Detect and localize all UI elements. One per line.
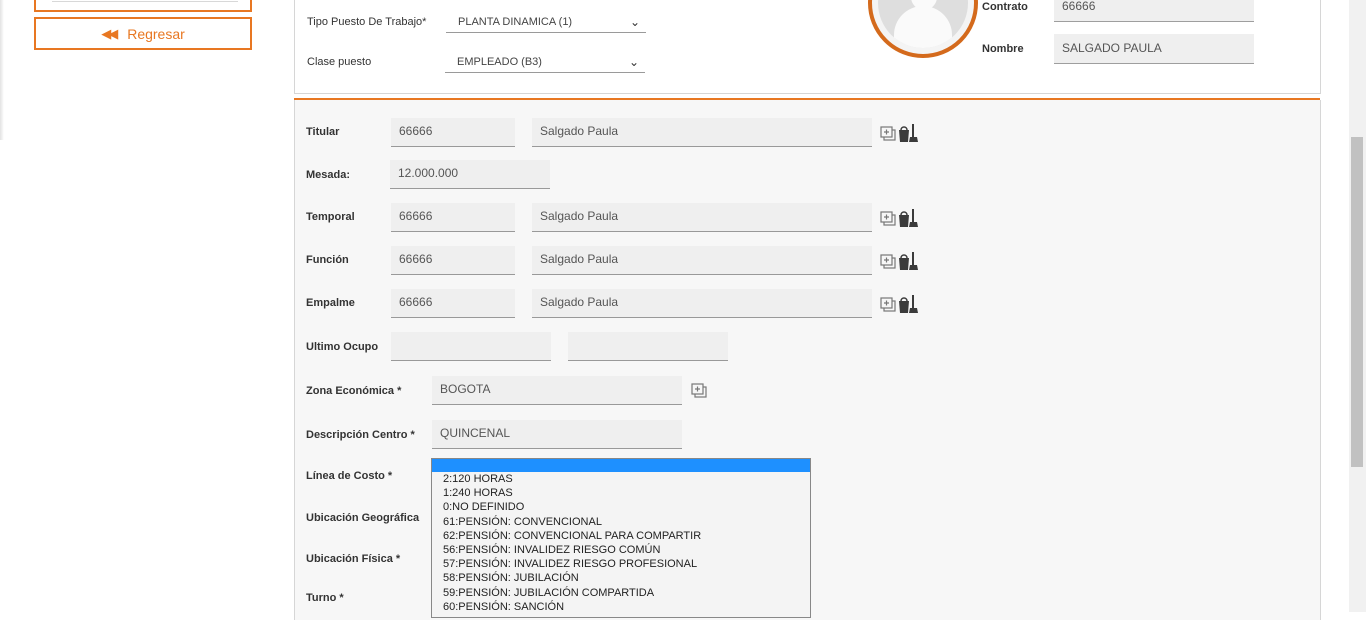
add-window-icon[interactable]: [880, 254, 896, 269]
temporal-label: Temporal: [306, 211, 355, 223]
linea-costo-dropdown[interactable]: 2:120 HORAS 1:240 HORAS 0:NO DEFINIDO 61:PE…: [431, 458, 811, 618]
back-button-label: Regresar: [127, 25, 185, 42]
empalme-actions: [880, 294, 919, 314]
titular-actions: [880, 123, 919, 143]
turno-label: Turno *: [306, 592, 344, 604]
funcion-actions: [880, 251, 919, 271]
chevron-down-icon: ⌄: [628, 55, 639, 69]
nombre-field: SALGADO PAULA: [1054, 34, 1254, 64]
linea-costo-label: Línea de Costo *: [306, 470, 393, 482]
add-window-icon[interactable]: [880, 126, 896, 141]
ultimo-ocupo-name-field[interactable]: [568, 332, 728, 361]
add-window-icon[interactable]: [691, 383, 707, 398]
temporal-name-field[interactable]: Salgado Paula: [532, 203, 872, 232]
clean-bucket-icon[interactable]: [897, 208, 919, 228]
temporal-code-field[interactable]: 66666: [391, 203, 515, 232]
dropdown-options: 2:120 HORAS 1:240 HORAS 0:NO DEFINIDO 61:PE…: [432, 472, 810, 614]
sidebar-edge: [0, 0, 4, 140]
ubicacion-fisica-label: Ubicación Física *: [306, 553, 401, 565]
clean-bucket-icon[interactable]: [897, 294, 919, 314]
mesada-field[interactable]: 12.000.000: [390, 160, 550, 189]
empalme-code-field[interactable]: 66666: [391, 289, 515, 318]
empalme-name-field[interactable]: Salgado Paula: [532, 289, 872, 318]
funcion-label: Función: [306, 254, 349, 266]
ultimo-ocupo-label: Ultimo Ocupo: [306, 341, 379, 353]
clean-bucket-icon[interactable]: [897, 123, 919, 143]
zona-field[interactable]: BOGOTA: [432, 376, 682, 405]
funcion-code-field[interactable]: 66666: [391, 246, 515, 275]
dropdown-option[interactable]: 56:PENSIÓN: INVALIDEZ RIESGO COMÚN: [432, 543, 810, 557]
nombre-label: Nombre: [982, 43, 1024, 55]
sidebar-input-line: [52, 1, 238, 2]
clase-puesto-label: Clase puesto: [307, 56, 372, 68]
page-scrollbar[interactable]: [1349, 0, 1366, 612]
temporal-actions: [880, 208, 919, 228]
contrato-field: 66666: [1054, 0, 1254, 22]
dropdown-option[interactable]: 58:PENSIÓN: JUBILACIÓN: [432, 571, 810, 585]
contrato-label: Contrato: [982, 1, 1028, 13]
add-window-icon[interactable]: [880, 211, 896, 226]
tipo-puesto-label: Tipo Puesto De Trabajo*: [307, 16, 427, 28]
titular-name-field[interactable]: Salgado Paula: [532, 118, 872, 147]
clean-bucket-icon[interactable]: [897, 251, 919, 271]
dropdown-option[interactable]: 0:NO DEFINIDO: [432, 500, 810, 514]
funcion-name-field[interactable]: Salgado Paula: [532, 246, 872, 275]
back-button[interactable]: ◀◀ Regresar: [34, 17, 252, 50]
titular-label: Titular: [306, 126, 340, 138]
clase-puesto-value: EMPLEADO (B3): [457, 56, 542, 68]
ubicacion-geografica-label: Ubicación Geográfica: [306, 512, 420, 524]
avatar-placeholder-icon: [878, 0, 968, 48]
dropdown-option[interactable]: 59:PENSIÓN: JUBILACIÓN COMPARTIDA: [432, 586, 810, 600]
dropdown-option[interactable]: 62:PENSIÓN: CONVENCIONAL PARA COMPARTIR: [432, 529, 810, 543]
dropdown-option[interactable]: 1:240 HORAS: [432, 486, 810, 500]
rewind-icon: ◀◀: [101, 25, 118, 41]
clase-puesto-select[interactable]: EMPLEADO (B3) ⌄: [445, 51, 645, 73]
tipo-puesto-select[interactable]: PLANTA DINAMICA (1) ⌄: [446, 11, 646, 33]
titular-code-field[interactable]: 66666: [391, 118, 515, 147]
add-window-icon[interactable]: [880, 297, 896, 312]
descripcion-field[interactable]: QUINCENAL: [432, 420, 682, 449]
chevron-down-icon: ⌄: [629, 15, 640, 29]
dropdown-option[interactable]: 61:PENSIÓN: CONVENCIONAL: [432, 515, 810, 529]
descripcion-label: Descripción Centro *: [306, 429, 415, 441]
dropdown-option[interactable]: 2:120 HORAS: [432, 472, 810, 486]
empalme-label: Empalme: [306, 297, 355, 309]
tipo-puesto-value: PLANTA DINAMICA (1): [458, 16, 573, 28]
zona-label: Zona Económica *: [306, 385, 402, 397]
dropdown-selected-option[interactable]: [432, 459, 810, 472]
scrollbar-thumb[interactable]: [1351, 137, 1363, 467]
ultimo-ocupo-code-field[interactable]: [391, 332, 551, 361]
sidebar-input-box[interactable]: [34, 0, 252, 12]
mesada-label: Mesada:: [306, 169, 351, 181]
dropdown-option[interactable]: 57:PENSIÓN: INVALIDEZ RIESGO PROFESIONAL: [432, 557, 810, 571]
